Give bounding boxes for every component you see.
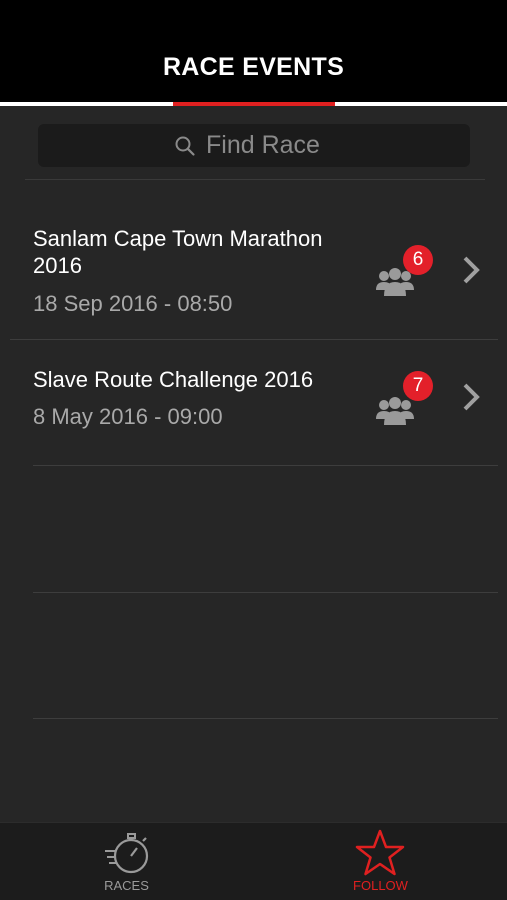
follower-count-badge: 6 — [403, 245, 433, 275]
nav-header: RACE EVENTS — [0, 0, 507, 103]
race-date: 18 Sep 2016 - 08:50 — [33, 291, 233, 316]
tab-bar: RACES FOLLOW — [0, 822, 507, 900]
followers-icon — [376, 397, 414, 425]
search-area — [0, 106, 507, 181]
tab-label: FOLLOW — [353, 878, 408, 893]
race-list-item[interactable]: Sanlam Cape Town Marathon 2016 18 Sep 20… — [0, 182, 507, 339]
tab-label: RACES — [104, 878, 149, 893]
chevron-right-icon — [463, 256, 480, 284]
race-name: Slave Route Challenge 2016 — [33, 367, 314, 392]
row-divider — [33, 465, 498, 466]
search-icon — [175, 136, 195, 156]
search-divider — [25, 179, 485, 180]
stopwatch-icon — [105, 833, 149, 874]
tab-follow[interactable]: FOLLOW — [254, 823, 507, 900]
tab-races[interactable]: RACES — [0, 823, 253, 900]
row-divider — [33, 718, 498, 719]
race-name: Sanlam Cape Town Marathon 2016 — [33, 226, 323, 278]
star-icon — [355, 829, 405, 876]
search-input[interactable] — [206, 131, 334, 160]
follower-count-badge: 7 — [403, 371, 433, 401]
race-date: 8 May 2016 - 09:00 — [33, 404, 223, 429]
search-bar[interactable] — [38, 124, 470, 167]
row-divider — [33, 592, 498, 593]
race-list-item[interactable]: Slave Route Challenge 2016 8 May 2016 - … — [0, 340, 507, 465]
page-title: RACE EVENTS — [162, 53, 345, 81]
chevron-right-icon — [463, 383, 480, 411]
